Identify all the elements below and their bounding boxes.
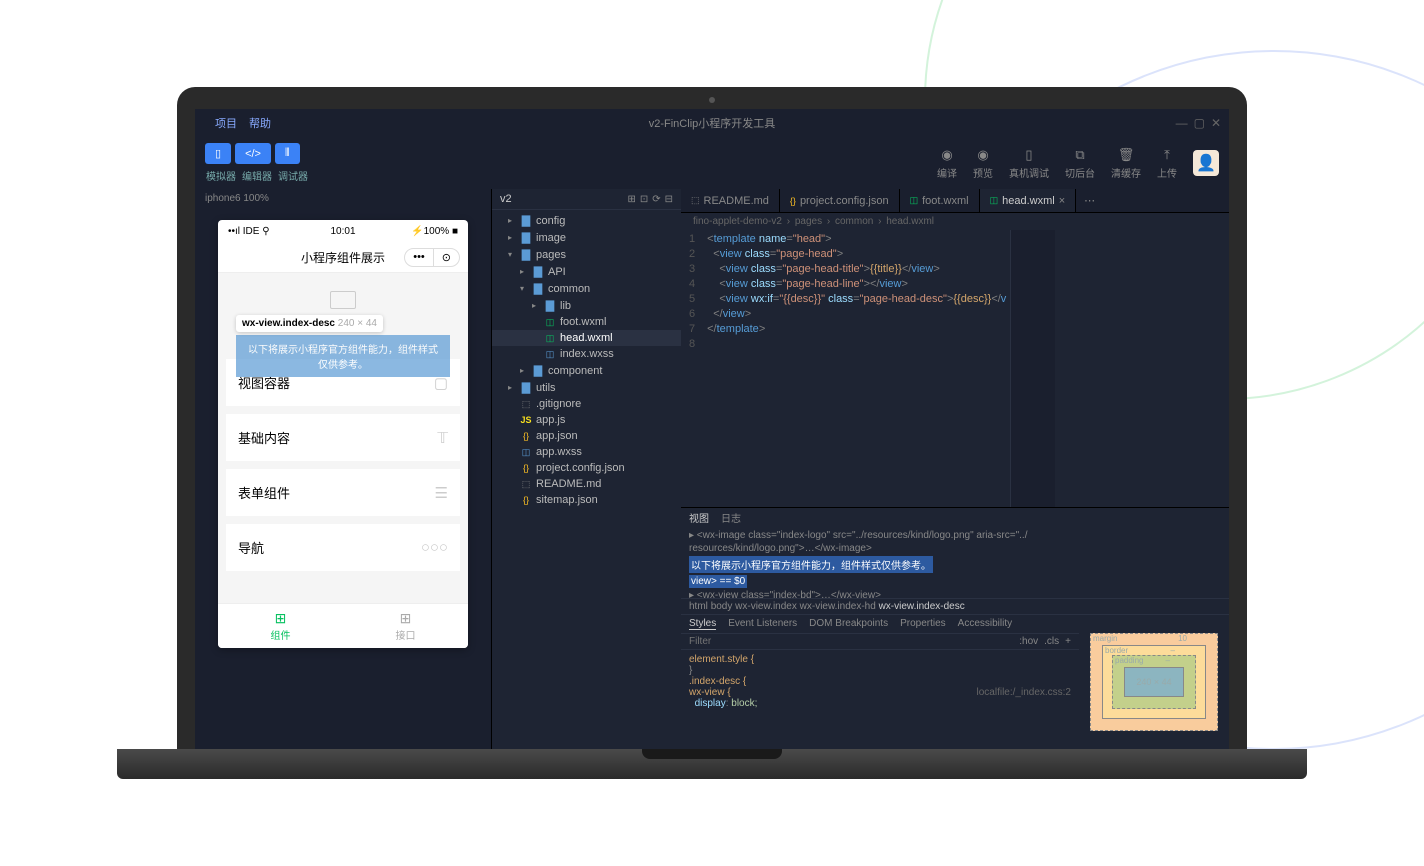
tree-item[interactable]: {}project.config.json bbox=[492, 460, 681, 476]
minimize-icon[interactable]: — bbox=[1176, 116, 1188, 130]
editor-toggle[interactable]: </> bbox=[235, 143, 271, 164]
phone-tab[interactable]: ⊞组件 bbox=[218, 604, 343, 648]
editor-tabs: ⬚README.md{}project.config.json◫foot.wxm… bbox=[681, 189, 1229, 213]
inspect-highlight: 以下将展示小程序官方组件能力，组件样式仅供参考。 bbox=[236, 335, 450, 377]
elements-breadcrumb[interactable]: html body wx-view.index wx-view.index-hd… bbox=[681, 598, 1229, 614]
tree-item[interactable]: ▸▇config bbox=[492, 212, 681, 229]
inspect-tooltip: wx-view.index-desc 240 × 44 bbox=[236, 315, 383, 332]
box-model: margin10 border– padding– 240 × 44 bbox=[1079, 615, 1229, 749]
debugger-toggle[interactable]: ⫴ bbox=[275, 143, 300, 164]
devtools: 视图 日志 ▸ <wx-image class="index-logo" src… bbox=[681, 507, 1229, 749]
phone-tabbar: ⊞组件⊞接口 bbox=[218, 603, 468, 648]
tree-item[interactable]: ▾▇common bbox=[492, 280, 681, 297]
background-button[interactable]: ⧉切后台 bbox=[1065, 147, 1095, 180]
code-editor[interactable]: 12345678 <template name="head"> <view cl… bbox=[681, 230, 1229, 507]
tree-item[interactable]: ◫head.wxml bbox=[492, 330, 681, 346]
devtools-tabs: 视图 日志 bbox=[681, 508, 1229, 527]
laptop-frame: 项目 帮助 v2-FinClip小程序开发工具 — ▢ ✕ ▯ </> ⫴ bbox=[177, 87, 1247, 779]
tree-item[interactable]: ▸▇utils bbox=[492, 379, 681, 396]
tree-item[interactable]: {}app.json bbox=[492, 428, 681, 444]
style-tab[interactable]: Accessibility bbox=[958, 618, 1012, 630]
debugger-label: 调试器 bbox=[277, 168, 309, 183]
tree-item[interactable]: ◫foot.wxml bbox=[492, 314, 681, 330]
window-title: v2-FinClip小程序开发工具 bbox=[649, 115, 776, 131]
styles-filter-input[interactable] bbox=[689, 636, 1019, 647]
collapse-icon[interactable]: ⊟ bbox=[665, 194, 673, 205]
titlebar: 项目 帮助 v2-FinClip小程序开发工具 — ▢ ✕ bbox=[195, 109, 1229, 137]
phone-tab[interactable]: ⊞接口 bbox=[343, 604, 468, 648]
tree-item[interactable]: ▾▇pages bbox=[492, 246, 681, 263]
editor-tab[interactable]: ◫foot.wxml bbox=[900, 189, 980, 212]
laptop-base bbox=[117, 749, 1307, 779]
editor-tab[interactable]: ◫head.wxml× bbox=[980, 189, 1077, 212]
editor-panel: ⬚README.md{}project.config.json◫foot.wxm… bbox=[681, 189, 1229, 749]
minimap[interactable] bbox=[1010, 230, 1055, 507]
tree-item[interactable]: ◫index.wxss bbox=[492, 346, 681, 362]
styles-panel: Styles Event Listeners DOM Breakpoints Prop… bbox=[681, 615, 1079, 749]
tree-item[interactable]: {}sitemap.json bbox=[492, 492, 681, 508]
close-icon[interactable]: ✕ bbox=[1211, 116, 1221, 130]
refresh-icon[interactable]: ⟳ bbox=[652, 194, 660, 205]
cls-toggle[interactable]: .cls bbox=[1044, 636, 1059, 647]
maximize-icon[interactable]: ▢ bbox=[1194, 116, 1205, 130]
capsule-button[interactable]: •••⊙ bbox=[404, 248, 460, 267]
list-item[interactable]: 导航○○○ bbox=[226, 524, 460, 571]
style-tab[interactable]: Event Listeners bbox=[728, 618, 797, 630]
tree-item[interactable]: JSapp.js bbox=[492, 412, 681, 428]
project-root[interactable]: v2 bbox=[500, 193, 512, 205]
simulator-device: ••ıl IDE ⚲ 10:01 ⚡100% ■ 小程序组件展示 •••⊙ bbox=[218, 220, 468, 648]
hov-toggle[interactable]: :hov bbox=[1019, 636, 1038, 647]
window-controls: — ▢ ✕ bbox=[1176, 116, 1221, 130]
tree-item[interactable]: ▸▇image bbox=[492, 229, 681, 246]
style-tab[interactable]: Properties bbox=[900, 618, 946, 630]
style-tab[interactable]: DOM Breakpoints bbox=[809, 618, 888, 630]
tree-item[interactable]: ◫app.wxss bbox=[492, 444, 681, 460]
simulator-label: 模拟器 bbox=[205, 168, 237, 183]
style-tab[interactable]: Styles bbox=[689, 618, 716, 630]
tab-overflow-icon[interactable]: ⋯ bbox=[1076, 189, 1103, 212]
camera-dot bbox=[709, 97, 715, 103]
tree-item[interactable]: ⬚README.md bbox=[492, 476, 681, 492]
compile-button[interactable]: ◉编译 bbox=[937, 147, 957, 180]
editor-label: 编辑器 bbox=[241, 168, 273, 183]
logo-placeholder bbox=[330, 291, 356, 309]
editor-tab[interactable]: ⬚README.md bbox=[681, 189, 780, 212]
editor-tab[interactable]: {}project.config.json bbox=[780, 189, 900, 212]
list-item[interactable]: 基础内容𝕋 bbox=[226, 414, 460, 461]
elements-panel[interactable]: ▸ <wx-image class="index-logo" src="../r… bbox=[681, 527, 1229, 598]
tree-item[interactable]: ▸▇API bbox=[492, 263, 681, 280]
devtools-tab-log[interactable]: 日志 bbox=[721, 510, 741, 525]
upload-button[interactable]: ⤒上传 bbox=[1157, 147, 1177, 180]
simulator-panel: iphone6 100% ••ıl IDE ⚲ 10:01 ⚡100% ■ 小程… bbox=[195, 189, 491, 749]
simulator-toggle[interactable]: ▯ bbox=[205, 143, 231, 164]
file-explorer: v2 ⊞ ⊡ ⟳ ⊟ ▸▇config▸▇image▾▇pages▸▇API▾▇… bbox=[491, 189, 681, 749]
phone-navbar: 小程序组件展示 •••⊙ bbox=[218, 243, 468, 273]
tree-item[interactable]: ▸▇component bbox=[492, 362, 681, 379]
device-info[interactable]: iphone6 100% bbox=[195, 189, 491, 208]
new-folder-icon[interactable]: ⊡ bbox=[640, 194, 648, 205]
remote-debug-button[interactable]: ▯真机调试 bbox=[1009, 147, 1049, 180]
clear-cache-button[interactable]: 🗑清缓存 bbox=[1111, 147, 1141, 180]
preview-button[interactable]: ◉预览 bbox=[973, 147, 993, 180]
devtools-tab-view[interactable]: 视图 bbox=[689, 510, 709, 525]
add-style-icon[interactable]: + bbox=[1065, 636, 1071, 647]
tree-item[interactable]: ⬚.gitignore bbox=[492, 396, 681, 412]
breadcrumb[interactable]: fino-applet-demo-v2 › pages › common › h… bbox=[681, 213, 1229, 230]
avatar[interactable]: 👤 bbox=[1193, 150, 1219, 176]
phone-status-bar: ••ıl IDE ⚲ 10:01 ⚡100% ■ bbox=[218, 220, 468, 243]
new-file-icon[interactable]: ⊞ bbox=[627, 194, 635, 205]
menubar: 项目 帮助 bbox=[205, 111, 281, 135]
app-title: 小程序组件展示 bbox=[301, 249, 385, 266]
tree-item[interactable]: ▸▇lib bbox=[492, 297, 681, 314]
menu-project[interactable]: 项目 bbox=[215, 115, 237, 131]
list-item[interactable]: 表单组件☰ bbox=[226, 469, 460, 516]
ide-screen: 项目 帮助 v2-FinClip小程序开发工具 — ▢ ✕ ▯ </> ⫴ bbox=[195, 109, 1229, 749]
menu-help[interactable]: 帮助 bbox=[249, 115, 271, 131]
toolbar: ▯ </> ⫴ 模拟器 编辑器 调试器 ◉编译 ◉预览 ▯真机调试 ⧉切后台 bbox=[195, 137, 1229, 189]
